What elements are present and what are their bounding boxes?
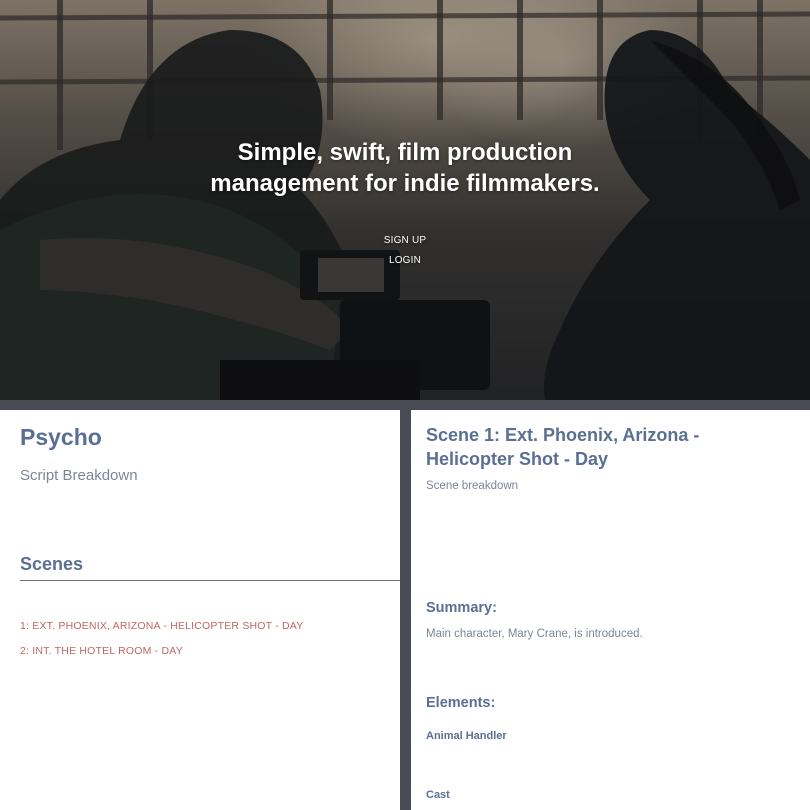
scene-title: Scene 1: Ext. Phoenix, Arizona - Helicop…	[426, 425, 700, 469]
scene-link-2[interactable]: 2: INT. THE HOTEL ROOM - DAY	[20, 645, 183, 657]
signup-link[interactable]: SIGN UP	[355, 235, 455, 246]
summary-heading: Summary:	[426, 600, 497, 616]
scenes-heading: Scenes	[20, 554, 84, 574]
login-link[interactable]: LOGIN	[355, 255, 455, 266]
elements-heading: Elements:	[426, 695, 496, 711]
scene-link-1[interactable]: 1: EXT. PHOENIX, ARIZONA - HELICOPTER SH…	[20, 620, 303, 632]
project-title: Psycho	[20, 424, 102, 450]
summary-text: Main character, Mary Crane, is introduce…	[426, 628, 643, 640]
element-cast[interactable]: Cast	[426, 789, 450, 801]
element-animal-handler[interactable]: Animal Handler	[426, 730, 507, 742]
project-subtitle: Script Breakdown	[20, 467, 138, 484]
hero-banner: Simple, swift, film production managemen…	[0, 0, 810, 400]
hero-overlay	[0, 0, 810, 400]
scene-subtitle: Scene breakdown	[426, 480, 519, 492]
hero-headline: Simple, swift, film production managemen…	[210, 139, 600, 197]
scenes-divider	[20, 580, 400, 581]
